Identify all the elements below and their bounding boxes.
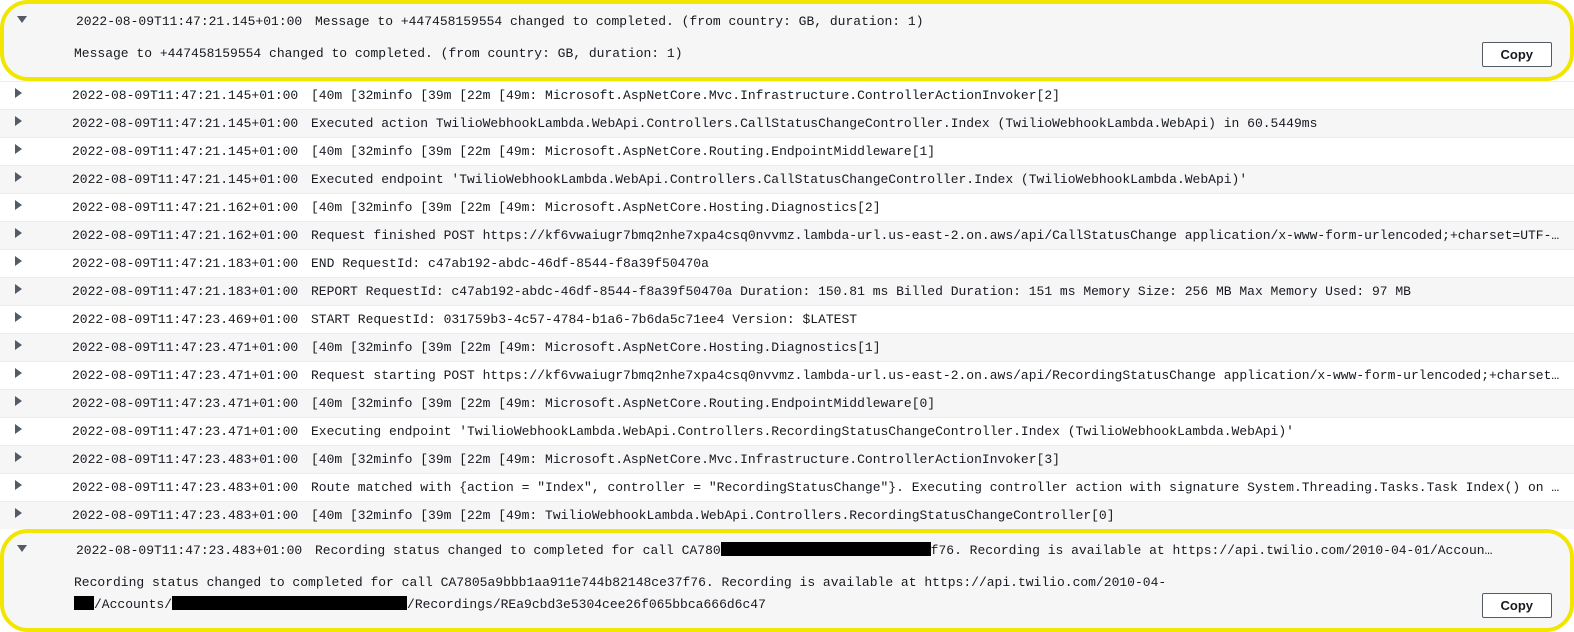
copy-button[interactable]: Copy	[1482, 42, 1553, 67]
log-timestamp: 2022-08-09T11:47:23.471+01:00	[26, 338, 311, 357]
expand-caret-icon[interactable]	[10, 254, 26, 266]
expand-caret-icon[interactable]	[10, 478, 26, 490]
log-timestamp: 2022-08-09T11:47:23.471+01:00	[26, 366, 311, 385]
expand-caret-icon[interactable]	[10, 142, 26, 154]
log-message: START RequestId: 031759b3-4c57-4784-b1a6…	[311, 310, 1566, 329]
log-message: Request starting POST https://kf6vwaiugr…	[311, 366, 1566, 385]
log-row[interactable]: 2022-08-09T11:47:23.483+01:00 [40m [32mi…	[0, 445, 1574, 473]
log-body-text: /Accounts/	[94, 597, 172, 612]
expand-caret-icon[interactable]	[10, 422, 26, 434]
log-timestamp: 2022-08-09T11:47:23.483+01:00	[26, 450, 311, 469]
log-row-expanded: 2022-08-09T11:47:23.483+01:00 Recording …	[0, 529, 1574, 632]
log-timestamp: 2022-08-09T11:47:21.162+01:00	[26, 226, 311, 245]
log-expanded-body: Message to +447458159554 changed to comp…	[14, 33, 1500, 71]
expand-caret-icon[interactable]	[10, 338, 26, 350]
log-row[interactable]: 2022-08-09T11:47:21.145+01:00 [40m [32mi…	[0, 137, 1574, 165]
log-row[interactable]: 2022-08-09T11:47:21.162+01:00Request fin…	[0, 221, 1574, 249]
log-message: Executed action TwilioWebhookLambda.WebA…	[311, 114, 1566, 133]
log-message: Executing endpoint 'TwilioWebhookLambda.…	[311, 422, 1566, 441]
log-row[interactable]: 2022-08-09T11:47:23.469+01:00START Reque…	[0, 305, 1574, 333]
collapse-caret-icon[interactable]	[14, 541, 30, 553]
log-timestamp: 2022-08-09T11:47:23.483+01:00	[26, 506, 311, 525]
expand-caret-icon[interactable]	[10, 226, 26, 238]
redacted-block	[74, 596, 94, 610]
log-timestamp: 2022-08-09T11:47:21.145+01:00	[26, 170, 311, 189]
log-message: [40m [32minfo [39m [22m [49m: TwilioWebh…	[311, 506, 1566, 525]
log-body-text: /Recordings/REa9cbd3e5304cee26f065bbca66…	[407, 597, 766, 612]
log-timestamp: 2022-08-09T11:47:23.471+01:00	[26, 394, 311, 413]
log-message: [40m [32minfo [39m [22m [49m: Microsoft.…	[311, 394, 1566, 413]
log-row[interactable]: 2022-08-09T11:47:23.471+01:00 [40m [32mi…	[0, 333, 1574, 361]
redacted-block	[721, 542, 931, 556]
log-message: REPORT RequestId: c47ab192-abdc-46df-854…	[311, 282, 1566, 301]
expand-caret-icon[interactable]	[10, 198, 26, 210]
log-row[interactable]: 2022-08-09T11:47:21.145+01:00 [40m [32mi…	[0, 81, 1574, 109]
log-timestamp: 2022-08-09T11:47:23.471+01:00	[26, 422, 311, 441]
log-timestamp: 2022-08-09T11:47:21.145+01:00	[30, 12, 315, 31]
log-timestamp: 2022-08-09T11:47:21.145+01:00	[26, 86, 311, 105]
log-message: [40m [32minfo [39m [22m [49m: Microsoft.…	[311, 450, 1566, 469]
expand-caret-icon[interactable]	[10, 170, 26, 182]
log-timestamp: 2022-08-09T11:47:21.162+01:00	[26, 198, 311, 217]
log-timestamp: 2022-08-09T11:47:21.145+01:00	[26, 114, 311, 133]
log-message: Request finished POST https://kf6vwaiugr…	[311, 226, 1566, 245]
log-row[interactable]: 2022-08-09T11:47:23.471+01:00 [40m [32mi…	[0, 389, 1574, 417]
expand-caret-icon[interactable]	[10, 366, 26, 378]
log-row[interactable]: 2022-08-09T11:47:23.483+01:00Route match…	[0, 473, 1574, 501]
log-message-text: f76. Recording is available at https://a…	[931, 543, 1500, 558]
log-timestamp: 2022-08-09T11:47:21.183+01:00	[26, 254, 311, 273]
log-timestamp: 2022-08-09T11:47:23.483+01:00	[30, 541, 315, 560]
log-message-text: Recording status changed to completed fo…	[315, 543, 721, 558]
expand-caret-icon[interactable]	[10, 310, 26, 322]
expand-caret-icon[interactable]	[10, 282, 26, 294]
log-row-expanded: 2022-08-09T11:47:21.145+01:00 Message to…	[0, 0, 1574, 81]
expand-caret-icon[interactable]	[10, 506, 26, 518]
log-message: Recording status changed to completed fo…	[315, 541, 1500, 560]
log-message: [40m [32minfo [39m [22m [49m: Microsoft.…	[311, 142, 1566, 161]
log-row[interactable]: 2022-08-09T11:47:23.471+01:00Request sta…	[0, 361, 1574, 389]
log-table: 2022-08-09T11:47:21.145+01:00 Message to…	[0, 0, 1574, 632]
log-message: [40m [32minfo [39m [22m [49m: Microsoft.…	[311, 86, 1566, 105]
log-body-text: Recording status changed to completed fo…	[74, 575, 1166, 590]
expand-caret-icon[interactable]	[10, 450, 26, 462]
log-message: Executed endpoint 'TwilioWebhookLambda.W…	[311, 170, 1566, 189]
log-row[interactable]: 2022-08-09T11:47:21.145+01:00Executed en…	[0, 165, 1574, 193]
log-timestamp: 2022-08-09T11:47:21.145+01:00	[26, 142, 311, 161]
copy-button[interactable]: Copy	[1482, 593, 1553, 618]
expand-caret-icon[interactable]	[10, 86, 26, 98]
log-row[interactable]: 2022-08-09T11:47:23.483+01:00 [40m [32mi…	[0, 501, 1574, 529]
expand-caret-icon[interactable]	[10, 394, 26, 406]
log-message: [40m [32minfo [39m [22m [49m: Microsoft.…	[311, 198, 1566, 217]
log-expanded-body: Recording status changed to completed fo…	[14, 562, 1500, 622]
log-timestamp: 2022-08-09T11:47:21.183+01:00	[26, 282, 311, 301]
log-message: Route matched with {action = "Index", co…	[311, 478, 1566, 497]
log-message: [40m [32minfo [39m [22m [49m: Microsoft.…	[311, 338, 1566, 357]
log-row[interactable]: 2022-08-09T11:47:21.183+01:00END Request…	[0, 249, 1574, 277]
log-row[interactable]: 2022-08-09T11:47:21.145+01:00Executed ac…	[0, 109, 1574, 137]
redacted-block	[172, 596, 407, 610]
log-row[interactable]: 2022-08-09T11:47:21.162+01:00 [40m [32mi…	[0, 193, 1574, 221]
log-row[interactable]: 2022-08-09T11:47:21.183+01:00REPORT Requ…	[0, 277, 1574, 305]
log-message: END RequestId: c47ab192-abdc-46df-8544-f…	[311, 254, 1566, 273]
log-row[interactable]: 2022-08-09T11:47:23.471+01:00Executing e…	[0, 417, 1574, 445]
collapse-caret-icon[interactable]	[14, 12, 30, 24]
log-message: Message to +447458159554 changed to comp…	[315, 12, 1500, 31]
log-timestamp: 2022-08-09T11:47:23.469+01:00	[26, 310, 311, 329]
log-timestamp: 2022-08-09T11:47:23.483+01:00	[26, 478, 311, 497]
expand-caret-icon[interactable]	[10, 114, 26, 126]
